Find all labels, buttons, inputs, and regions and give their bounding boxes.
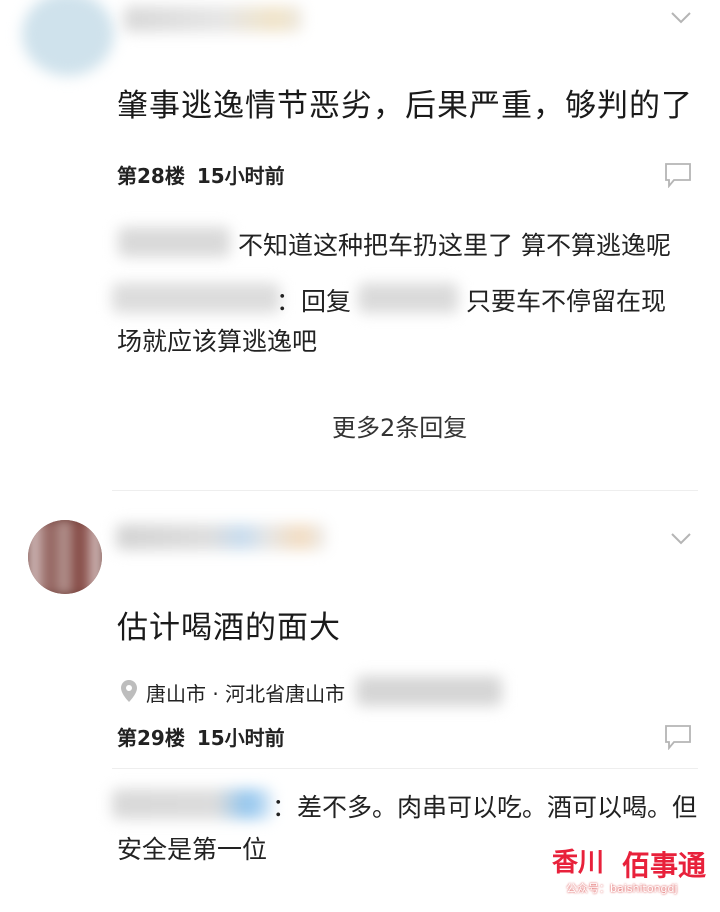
divider bbox=[112, 490, 698, 491]
more-replies-link[interactable]: 更多2条回复 bbox=[332, 408, 467, 443]
avatar[interactable] bbox=[22, 0, 114, 76]
chevron-down-icon[interactable] bbox=[670, 11, 692, 25]
username[interactable] bbox=[116, 524, 326, 550]
avatar[interactable] bbox=[28, 520, 102, 594]
reply-suffix: 只要车不停留在现 bbox=[466, 287, 667, 316]
reply-username[interactable] bbox=[112, 789, 272, 819]
reply-prefix: ：回复 bbox=[276, 287, 352, 316]
location-detail-blurred bbox=[356, 676, 502, 706]
reply-username[interactable] bbox=[112, 283, 280, 313]
floor-number: 第28楼 15小时前 bbox=[117, 164, 285, 188]
reply-target-username[interactable] bbox=[358, 283, 458, 313]
comment-text: 估计喝酒的面大 bbox=[117, 610, 341, 646]
reply-username[interactable] bbox=[118, 227, 230, 257]
comment-icon[interactable] bbox=[664, 724, 692, 750]
reply-text: 不知道这种把车扔这里了 算不算逃逸呢 bbox=[238, 231, 671, 260]
divider bbox=[112, 768, 698, 769]
watermark-sub: 公众号：baishitongdj bbox=[566, 882, 678, 895]
comment-text: 肇事逃逸情节恶劣，后果严重，够判的了 bbox=[117, 88, 693, 124]
chevron-down-icon[interactable] bbox=[670, 532, 692, 546]
reply-continuation: 安全是第一位 bbox=[117, 835, 268, 864]
username[interactable] bbox=[124, 6, 302, 32]
location-pin-icon bbox=[121, 680, 137, 702]
floor-number: 第29楼 15小时前 bbox=[117, 726, 285, 750]
reply-text: ：差不多。肉串可以吃。酒可以喝。但 bbox=[272, 793, 698, 822]
watermark-logo: 香川 bbox=[552, 848, 605, 878]
location-text: 唐山市 · 河北省唐山市 bbox=[146, 682, 346, 706]
comment-icon[interactable] bbox=[664, 162, 692, 188]
watermark-brand: 佰事通 bbox=[622, 849, 707, 882]
reply-continuation: 场就应该算逃逸吧 bbox=[117, 327, 318, 356]
